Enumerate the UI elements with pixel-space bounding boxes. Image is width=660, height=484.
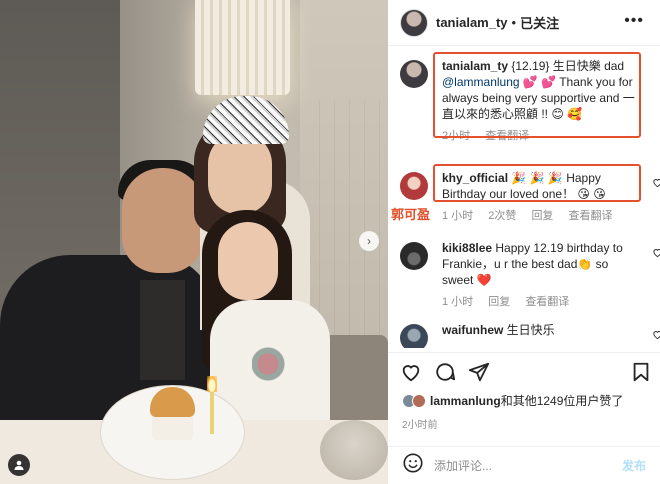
photo-girl-shirt-print [252, 340, 292, 400]
photo-woman-face [208, 132, 272, 214]
likes-text[interactable]: 和其他1249位用户赞了 [501, 392, 624, 409]
chevron-right-icon[interactable]: › [359, 231, 379, 251]
comment-text: 生日快乐 [503, 323, 555, 337]
comment-highlight-box [433, 164, 641, 202]
comment-reply-button[interactable]: 回复 [531, 210, 553, 222]
comment-likes[interactable]: 2次赞 [488, 210, 516, 222]
comment-meta: 1 小时 2次赞 回复 查看翻译 [442, 208, 642, 224]
comment-reply-button[interactable]: 回复 [488, 296, 510, 308]
photo-woman-hat [203, 96, 289, 144]
comment-icon[interactable] [434, 361, 456, 383]
post-header: tanialam_ty • 已关注 ••• [388, 0, 660, 46]
action-bar [388, 352, 660, 386]
bookmark-icon[interactable] [630, 361, 652, 383]
photo-candle [210, 392, 214, 434]
avatar[interactable] [400, 242, 428, 270]
post-sidebar: tanialam_ty • 已关注 ••• tanialam_ty {12.19… [388, 0, 660, 484]
comment-translate-link[interactable]: 查看翻译 [569, 210, 613, 222]
heart-icon[interactable] [652, 175, 660, 193]
likes-summary[interactable]: lammanlung 和其他1249位用户赞了 [402, 392, 652, 409]
avatar [412, 393, 426, 408]
follow-status-button[interactable]: 已关注 [520, 13, 559, 32]
comment-body: waifunhew 生日快乐 [442, 322, 642, 338]
liker-username[interactable]: lammanlung [430, 394, 501, 408]
heart-icon[interactable] [652, 327, 660, 345]
post-time[interactable]: 2小时前 [402, 416, 438, 431]
comment-translate-link[interactable]: 查看翻译 [525, 296, 569, 308]
photo-girl-face [218, 222, 278, 300]
heart-icon[interactable] [652, 245, 660, 263]
author-username[interactable]: tanialam_ty [436, 15, 508, 30]
avatar[interactable] [400, 60, 428, 88]
photo-man-shirt [140, 280, 185, 380]
smiley-icon[interactable] [402, 452, 424, 479]
comment-body: kiki88lee Happy 12.19 birthday to Franki… [442, 240, 642, 310]
post-photo[interactable]: › [0, 0, 388, 484]
photo-lamp [195, 0, 290, 95]
comment-meta: 1 小时 回复 查看翻译 [442, 294, 642, 310]
photo-bowl [320, 420, 388, 480]
comment-compose: 发布 [388, 446, 660, 484]
header-separator: • [511, 15, 517, 30]
post-comment-button[interactable]: 发布 [622, 457, 646, 474]
photo-man-face [122, 168, 204, 273]
avatar[interactable] [400, 324, 428, 348]
more-horizontal-icon[interactable]: ••• [624, 12, 644, 30]
comment-username[interactable]: waifunhew [442, 323, 503, 337]
user-tag-icon[interactable] [8, 454, 30, 476]
avatar[interactable] [400, 8, 428, 37]
comment-time[interactable]: 1 小时 [442, 296, 473, 308]
photo-candle-flame [207, 376, 217, 392]
caption-highlight-box [433, 52, 641, 138]
send-icon[interactable] [468, 361, 490, 383]
comment-time[interactable]: 1 小时 [442, 210, 473, 222]
comment-username[interactable]: kiki88lee [442, 241, 492, 255]
annotation-label: 郭可盈 [391, 208, 431, 223]
comment-input[interactable] [434, 458, 614, 473]
heart-icon[interactable] [400, 361, 422, 383]
avatar[interactable] [400, 172, 428, 200]
